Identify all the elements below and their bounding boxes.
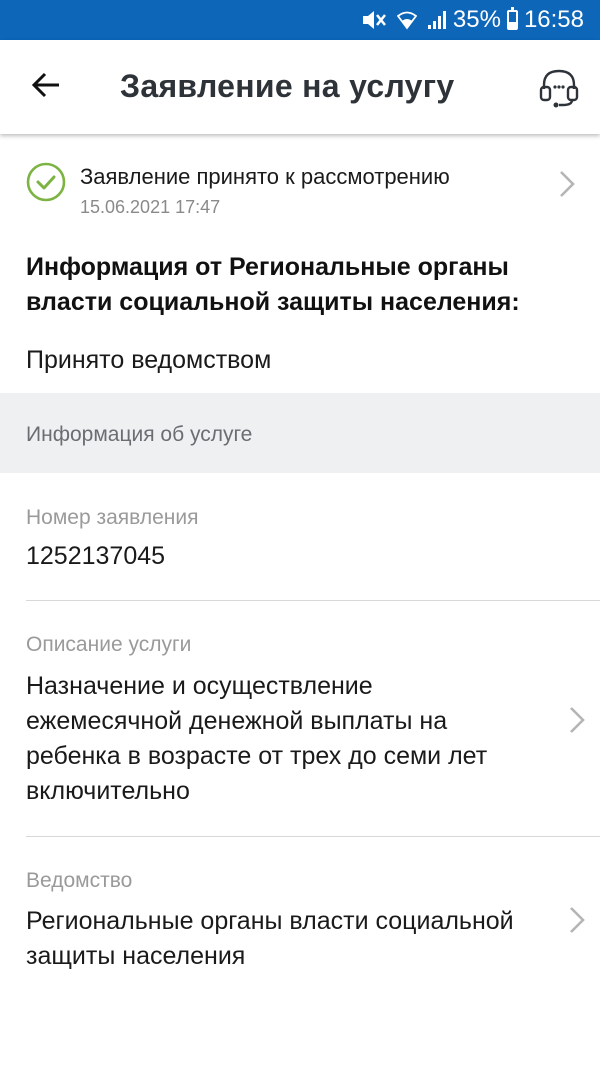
application-number-value: 1252137045 (26, 542, 166, 570)
service-description-label: Описание услуги (26, 633, 192, 656)
agency-label: Ведомство (26, 869, 133, 892)
section-header: Информация об услуге (0, 393, 600, 473)
page-title: Заявление на услугу (120, 68, 455, 104)
divider (26, 600, 600, 601)
service-description-line: ребенка в возрасте от трех до семи лет (26, 742, 488, 770)
clock: 16:58 (523, 6, 584, 33)
agency-line: Региональные органы власти социальной (26, 907, 514, 935)
status-title: Заявление принято к рассмотрению (80, 164, 450, 189)
service-description-line: ежемесячной денежной выплаты на (26, 707, 448, 735)
check-circle-icon (26, 162, 66, 202)
wifi-icon (396, 10, 417, 30)
application-status-row[interactable]: Заявление принято к рассмотрению 15.06.2… (0, 152, 600, 222)
mute-icon (361, 9, 387, 31)
headset-icon (537, 65, 581, 114)
application-number-label: Номер заявления (26, 506, 199, 529)
service-description-line: включительно (26, 777, 190, 805)
agency-info-heading-line: власти социальной защиты населения: (26, 288, 520, 316)
service-description-value: Назначение и осуществление ежемесячной д… (26, 669, 556, 809)
agency-line: защиты населения (26, 942, 246, 970)
divider (26, 836, 600, 837)
battery-icon (506, 7, 518, 30)
app-bar: Заявление на услугу (0, 40, 600, 134)
agency-info-heading: Информация от Региональные органы власти… (26, 250, 566, 320)
service-description-line: Назначение и осуществление (26, 672, 373, 700)
battery-percent: 35% (452, 6, 501, 33)
agency-value: Региональные органы власти социальной за… (26, 904, 566, 974)
section-title: Информация об услуге (26, 423, 253, 446)
support-button[interactable] (532, 62, 586, 116)
status-date: 15.06.2021 17:47 (80, 197, 221, 217)
chevron-right-icon (566, 905, 588, 935)
agency-info-text: Принято ведомством (26, 346, 272, 374)
status-bar: 35% 16:58 (0, 0, 600, 40)
chevron-right-icon (566, 705, 588, 735)
agency-info-heading-line: Информация от Региональные органы (26, 253, 509, 281)
chevron-right-icon (556, 169, 578, 199)
signal-icon (427, 10, 447, 30)
back-button[interactable] (18, 62, 74, 112)
arrow-left-icon (31, 72, 61, 103)
